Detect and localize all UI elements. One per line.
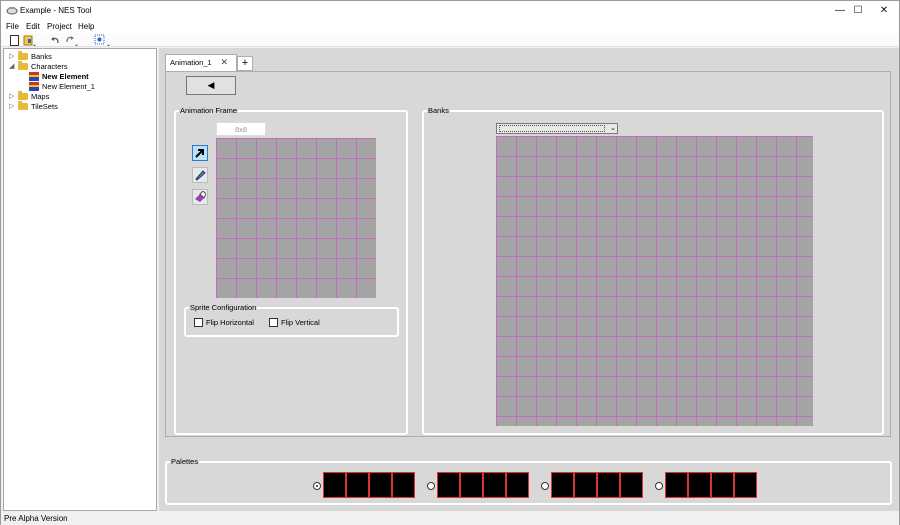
folder-icon (18, 60, 28, 70)
menu-file[interactable]: File (6, 22, 19, 31)
bank-grid[interactable] (496, 136, 813, 426)
title-bar: Example - NES Tool — ☐ ✕ (1, 1, 899, 20)
palette-color[interactable] (711, 472, 734, 498)
project-tree: ▷ Banks ◢ Characters New Element New Ele… (3, 48, 157, 511)
build-icon[interactable]: ⌄ (94, 34, 111, 46)
status-text: Pre Alpha Version (4, 514, 68, 523)
tab-label: Animation_1 (170, 58, 212, 67)
undo-icon[interactable] (51, 34, 60, 46)
palette-4[interactable] (665, 472, 757, 498)
tree-item-characters[interactable]: ◢ Characters (9, 60, 68, 71)
app-window: Example - NES Tool — ☐ ✕ File Edit Proje… (0, 0, 900, 525)
pencil-icon[interactable] (192, 167, 208, 183)
sprite-configuration-group: Sprite Configuration Flip Horizontal Fli… (184, 303, 399, 337)
folder-icon (18, 90, 28, 100)
palette-color[interactable] (665, 472, 688, 498)
palette-color[interactable] (506, 472, 529, 498)
tree-item-label: Characters (31, 61, 68, 71)
palette-color[interactable] (734, 472, 757, 498)
palette-color[interactable] (688, 472, 711, 498)
expand-icon[interactable]: ▷ (9, 92, 14, 100)
palette-color[interactable] (551, 472, 574, 498)
frame-size-field[interactable]: 8x8 (216, 122, 266, 136)
back-button[interactable]: ◀ (186, 76, 236, 95)
focus-outline (499, 125, 605, 132)
tree-item-label: Maps (31, 91, 50, 101)
palette-color[interactable] (437, 472, 460, 498)
flip-horizontal-checkbox[interactable]: Flip Horizontal (194, 318, 254, 327)
flip-vertical-label: Flip Vertical (281, 318, 320, 327)
animation-frame-grid[interactable] (216, 138, 376, 298)
palette-radio-2[interactable] (427, 482, 435, 490)
palette-color[interactable] (620, 472, 643, 498)
sprite-configuration-label: Sprite Configuration (189, 303, 258, 312)
palette-color[interactable] (392, 472, 415, 498)
tree-item-new-element[interactable]: New Element (29, 71, 89, 81)
tree-item-banks[interactable]: ▷ Banks (9, 50, 52, 61)
status-bar: Pre Alpha Version (1, 512, 899, 525)
palette-radio-4[interactable] (655, 482, 663, 490)
collapse-icon[interactable]: ◢ (9, 62, 14, 70)
open-folder-icon[interactable]: ⌄ (23, 34, 36, 46)
redo-icon[interactable]: ⌄ (65, 34, 79, 46)
app-icon (6, 7, 18, 15)
palette-2[interactable] (437, 472, 529, 498)
palette-color[interactable] (346, 472, 369, 498)
menu-help[interactable]: Help (78, 22, 94, 31)
menu-bar: File Edit Project Help (1, 20, 899, 33)
tree-item-label: Banks (31, 51, 52, 61)
tab-page: ◀ Animation Frame 8x8 Sprite Configurati… (165, 71, 891, 437)
banks-label: Banks (427, 106, 450, 115)
folder-icon (18, 100, 28, 110)
character-icon (29, 81, 39, 91)
new-file-icon[interactable] (10, 34, 19, 46)
character-icon (29, 71, 39, 81)
checkbox-box[interactable] (269, 318, 278, 327)
palette-color[interactable] (460, 472, 483, 498)
palette-color[interactable] (597, 472, 620, 498)
palette-radio-3[interactable] (541, 482, 549, 490)
flip-vertical-checkbox[interactable]: Flip Vertical (269, 318, 320, 327)
window-title: Example - NES Tool (20, 6, 92, 15)
animation-frame-group: Animation Frame 8x8 Sprite Configuration… (174, 106, 408, 435)
palette-3[interactable] (551, 472, 643, 498)
tree-item-label: New Element_1 (42, 81, 95, 91)
palettes-label: Palettes (170, 457, 200, 466)
chevron-down-icon: ⌄ (610, 125, 616, 132)
flip-horizontal-label: Flip Horizontal (206, 318, 254, 327)
tab-animation-1[interactable]: Animation_1 ✕ (165, 54, 237, 71)
menu-project[interactable]: Project (47, 22, 72, 31)
svg-text:⌄: ⌄ (32, 42, 36, 46)
banks-group: Banks ⌄ (422, 106, 884, 435)
bank-select[interactable]: ⌄ (496, 123, 618, 134)
animation-frame-label: Animation Frame (179, 106, 239, 115)
expand-icon[interactable]: ▷ (9, 102, 14, 110)
select-arrow-icon[interactable] (192, 145, 208, 161)
palette-1[interactable] (323, 472, 415, 498)
eraser-icon[interactable] (192, 189, 208, 205)
palette-color[interactable] (574, 472, 597, 498)
tree-item-maps[interactable]: ▷ Maps (9, 90, 50, 101)
svg-text:⌄: ⌄ (74, 42, 79, 46)
svg-text:⌄: ⌄ (106, 42, 111, 46)
tree-item-label: New Element (42, 71, 89, 81)
close-tab-icon[interactable]: ✕ (220, 57, 228, 68)
add-tab-button[interactable]: + (237, 56, 253, 71)
main-panel: Animation_1 ✕ + ◀ Animation Frame 8x8 Sp… (159, 48, 899, 511)
toolbar: ⌄ ⌄ ⌄ (1, 33, 899, 47)
tree-item-new-element-1[interactable]: New Element_1 (29, 81, 95, 91)
close-button[interactable]: ✕ (867, 1, 900, 20)
expand-icon[interactable]: ▷ (9, 52, 14, 60)
palette-radio-1[interactable] (313, 482, 321, 490)
tree-item-tilesets[interactable]: ▷ TileSets (9, 100, 58, 111)
tree-item-label: TileSets (31, 101, 58, 111)
checkbox-box[interactable] (194, 318, 203, 327)
palettes-group: Palettes (165, 457, 892, 505)
palette-color[interactable] (323, 472, 346, 498)
folder-icon (18, 50, 28, 60)
palette-color[interactable] (369, 472, 392, 498)
menu-edit[interactable]: Edit (26, 22, 40, 31)
palette-color[interactable] (483, 472, 506, 498)
